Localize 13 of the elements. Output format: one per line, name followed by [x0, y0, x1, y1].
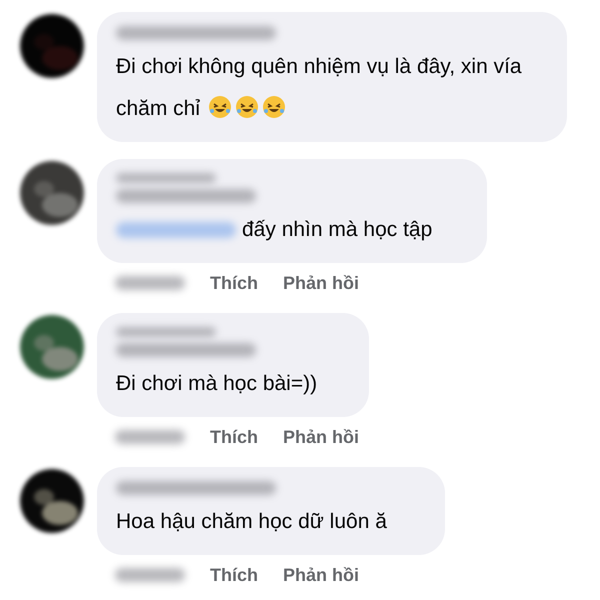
blurred-text — [115, 430, 185, 444]
reply-link[interactable]: Phản hồi — [283, 562, 359, 588]
like-link[interactable]: Thích — [210, 562, 258, 588]
reply-link[interactable]: Phản hồi — [283, 424, 359, 450]
comment-text: Hoa hậu chăm học dữ luôn ă — [116, 509, 387, 535]
comment-text: Đi chơi không quên nhiệm vụ là đây, xin vía chăm chỉ — [116, 54, 523, 122]
like-link[interactable]: Thích — [210, 270, 258, 296]
reply-link[interactable]: Phản hồi — [283, 270, 359, 296]
blurred-text — [115, 568, 185, 582]
like-link[interactable]: Thích — [210, 424, 258, 450]
comment-text: đấy nhìn mà học tập — [242, 217, 432, 243]
blurred-text — [115, 276, 185, 290]
comment-text: Đi chơi mà học bài=)) — [116, 371, 318, 397]
